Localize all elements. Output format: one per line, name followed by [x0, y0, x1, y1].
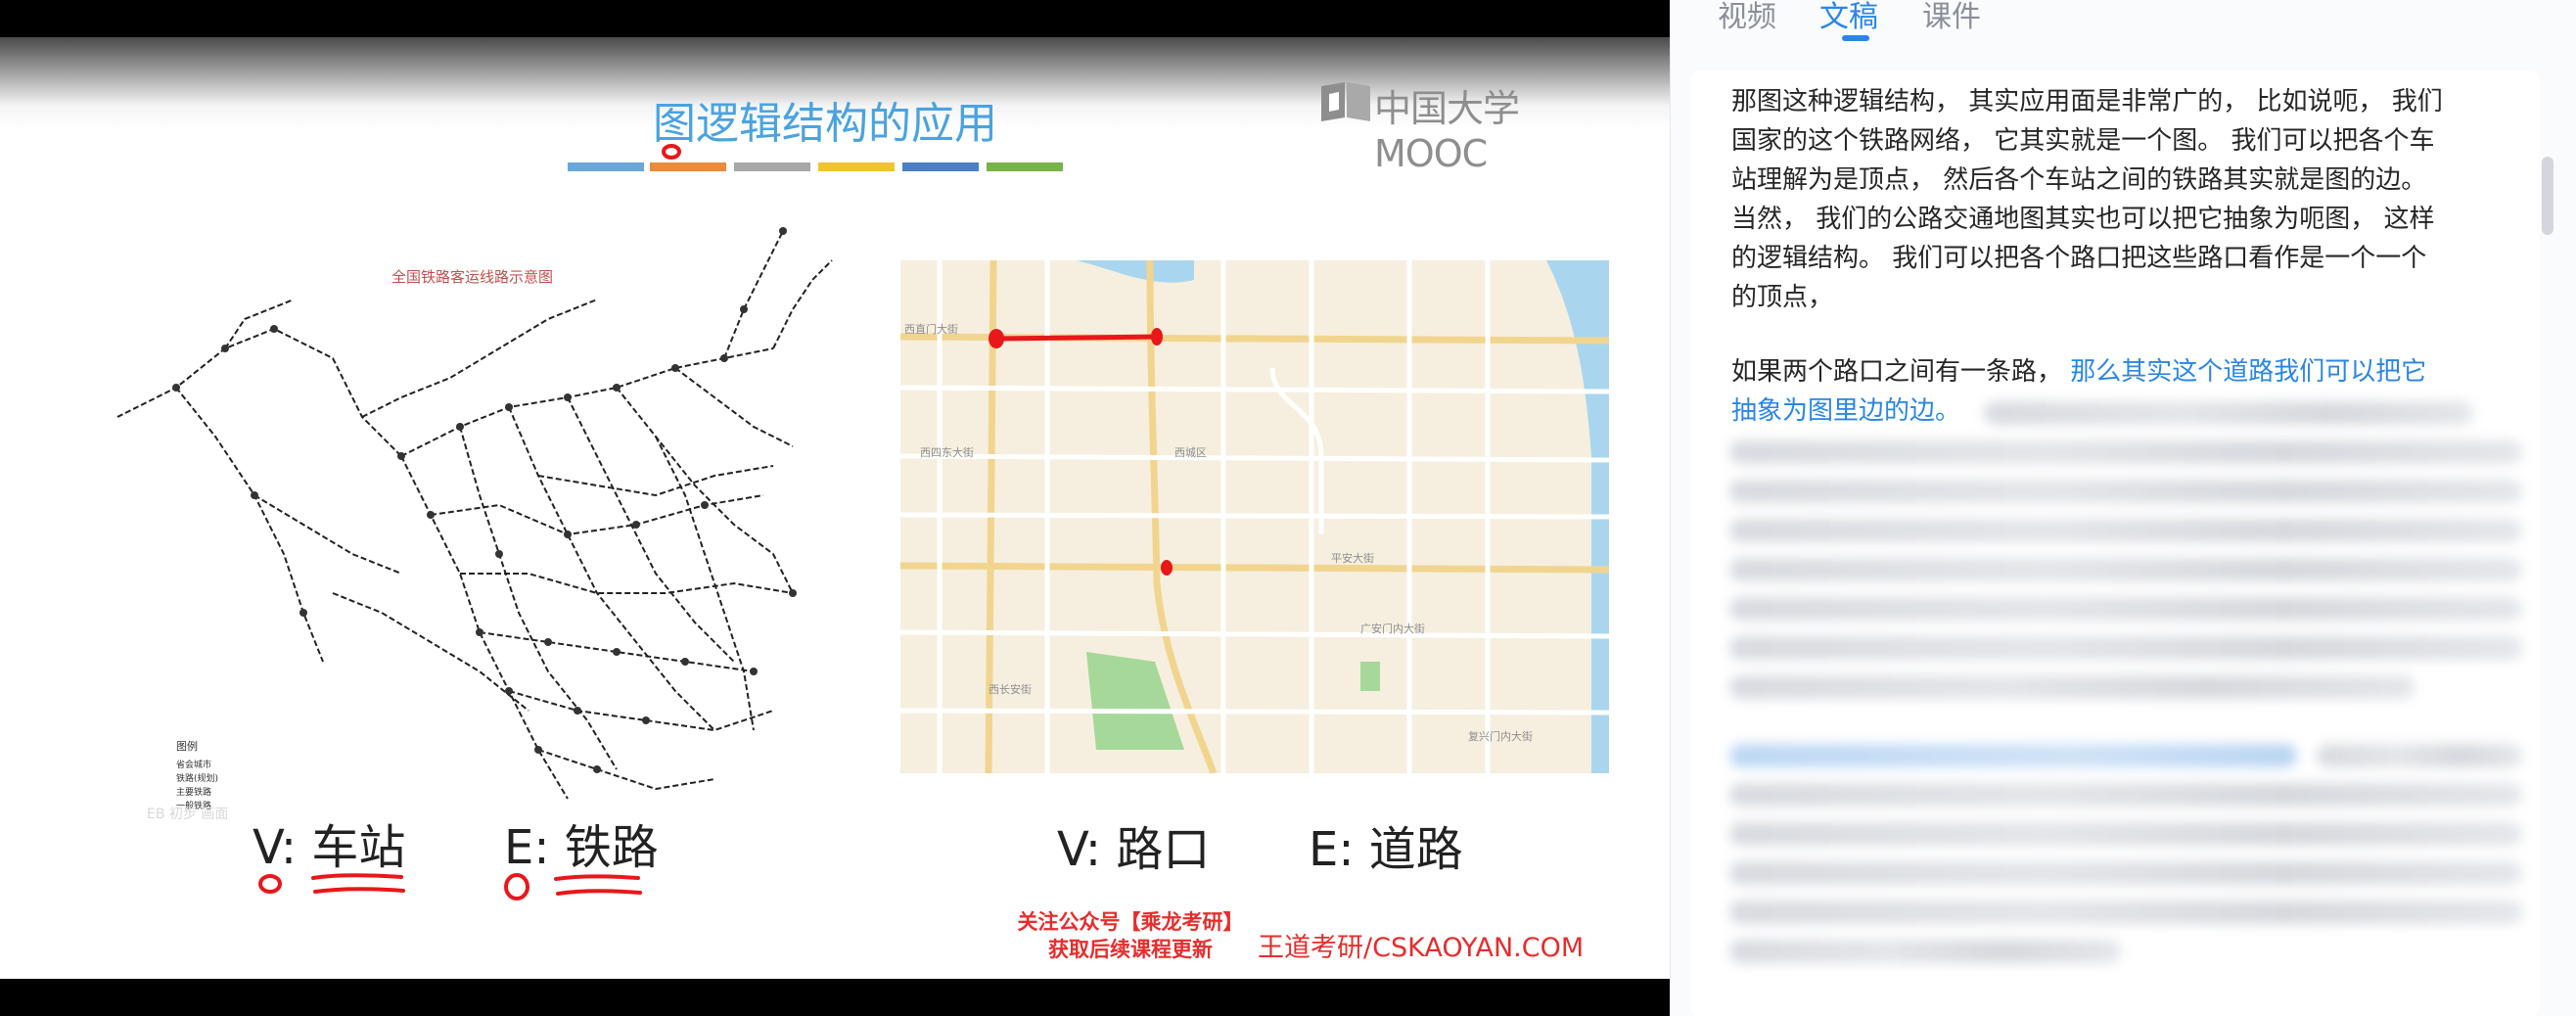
transcript-text: 如果两个路口之间有一条路， — [1731, 357, 2071, 387]
street-label: 西四东大街 — [920, 445, 974, 459]
transcript-panel: 视频 文稿 课件 那图这种逻辑结构， 其实应用面是非常广的， 比如说呃， 我们 … — [1670, 0, 2576, 1016]
transcript-scrollbar[interactable] — [2542, 157, 2553, 235]
street-label: 广安门内大街 — [1360, 622, 1425, 635]
vertex-label-intersection: V: 路口 — [1057, 810, 1210, 879]
blurred-line — [1729, 519, 2522, 542]
blurred-line — [1984, 401, 2473, 425]
tab-transcript[interactable]: 文稿 — [1819, 0, 1878, 35]
mooc-logo: 中国大学MOOC — [1319, 78, 1623, 175]
color-bar-segment — [987, 162, 1063, 171]
video-player[interactable]: 图逻辑结构的应用 中国大学MOOC 全国铁路客运线路示意图 图例 省会城市 铁路… — [0, 0, 1670, 1016]
mooc-logo-text: 中国大学MOOC — [1374, 87, 1520, 175]
rail-legend-item: 主要铁路 — [176, 786, 211, 798]
promo-line: 获取后续课程更新 — [1048, 938, 1213, 961]
promo-line: 关注公众号【乘龙考研】 — [1017, 910, 1244, 934]
transcript-line: 的逻辑结构。 我们可以把各个路口把这些路口看作是一个一个 — [1731, 244, 2427, 273]
lecture-slide: 图逻辑结构的应用 中国大学MOOC 全国铁路客运线路示意图 图例 省会城市 铁路… — [0, 37, 1670, 979]
blurred-line — [1729, 558, 2522, 581]
color-bar-segment — [818, 162, 895, 171]
transcript-line: 站理解为是顶点， 然后各个车站之间的铁路其实就是图的边。 — [1731, 165, 2427, 195]
street-label: 西直门大街 — [904, 322, 958, 336]
vertex-prefix: V: — [253, 820, 298, 875]
street-label: 西长安街 — [989, 682, 1032, 696]
blurred-line — [1729, 901, 2522, 924]
vertex-label-station: V: 车站 — [253, 808, 405, 877]
blurred-line — [1729, 636, 2522, 660]
rail-map-title: 全国铁路客运线路示意图 — [391, 268, 553, 286]
color-bar-segment — [568, 162, 644, 171]
blurred-line — [1729, 440, 2522, 464]
transcript-line: 如果两个路口之间有一条路， 那么其实这个道路我们可以把它 — [1731, 352, 2495, 392]
transcript-line: 的顶点， — [1731, 283, 1834, 312]
blurred-line — [1729, 675, 2415, 699]
city-street-map-graphic: 西直门大街 西四东大街 平安大街 西长安街 复兴门内大街 广安门内大街 西城区 — [900, 260, 1609, 773]
transcript-line: 那图这种逻辑结构， 其实应用面是非常广的， 比如说呃， 我们 — [1731, 87, 2443, 116]
street-label: 平安大街 — [1331, 551, 1374, 565]
tab-video[interactable]: 视频 — [1718, 0, 1776, 35]
transcript-highlight: 那么其实这个道路我们可以把它 — [2070, 357, 2427, 387]
city-street-map: 西直门大街 西四东大街 平安大街 西长安街 复兴门内大街 广安门内大街 西城区 — [900, 260, 1609, 773]
mooc-logo-icon — [1321, 82, 1370, 121]
vertex-word: 车站 — [311, 820, 406, 875]
railway-network-map: 全国铁路客运线路示意图 图例 省会城市 铁路(规划) 主要铁路 一般铁路 EB … — [116, 227, 833, 822]
transcript-paragraph[interactable]: 那图这种逻辑结构， 其实应用面是非常广的， 比如说呃， 我们 国家的这个铁路网络… — [1731, 82, 2495, 317]
blurred-line — [1729, 480, 2522, 503]
edge-prefix: E: — [504, 820, 550, 875]
transcript-line: 当然， 我们的公路交通地图其实也可以把它抽象为呃图， 这样 — [1731, 205, 2435, 234]
rail-legend-title: 图例 — [176, 739, 198, 753]
blurred-line — [2317, 744, 2522, 767]
street-label: 复兴门内大街 — [1468, 729, 1533, 743]
color-bar-segment — [734, 162, 810, 171]
rail-legend-item: 铁路(规划) — [176, 772, 218, 784]
edge-word: 铁路 — [564, 820, 659, 875]
blurred-line — [1729, 744, 2297, 767]
blurred-line — [1729, 597, 2522, 621]
blurred-line — [1729, 783, 2522, 807]
color-bar-segment — [650, 162, 726, 171]
color-bar-segment — [902, 162, 979, 171]
blurred-line — [1729, 822, 2522, 846]
street-label: 西城区 — [1174, 446, 1207, 459]
rail-map-watermark: EB 初步 画面 — [147, 806, 228, 822]
edge-word: 道路 — [1368, 822, 1463, 877]
edge-prefix: E: — [1309, 822, 1355, 877]
blurred-line — [1729, 940, 2121, 963]
transcript-line: 国家的这个铁路网络， 它其实就是一个图。 我们可以把各个车 — [1731, 126, 2435, 156]
blurred-line — [1729, 861, 2522, 885]
transcript-highlight: 抽象为图里边的边。 — [1731, 396, 1961, 426]
active-tab-indicator — [1842, 35, 1869, 41]
vertex-prefix: V: — [1057, 822, 1102, 877]
vertex-word: 路口 — [1116, 822, 1211, 877]
tab-courseware[interactable]: 课件 — [1922, 0, 1981, 35]
edge-label-road: E: 道路 — [1309, 810, 1463, 879]
promo-text: 关注公众号【乘龙考研】 获取后续课程更新 — [998, 908, 1263, 963]
rail-legend-item: 省会城市 — [176, 759, 211, 770]
site-url: 王道考研/CSKAOYAN.COM — [1258, 933, 1585, 963]
edge-label-railway: E: 铁路 — [504, 808, 659, 877]
panel-tabs: 视频 文稿 课件 — [1671, 0, 2576, 59]
transcript-content[interactable]: 那图这种逻辑结构， 其实应用面是非常广的， 比如说呃， 我们 国家的这个铁路网络… — [1690, 70, 2540, 1016]
